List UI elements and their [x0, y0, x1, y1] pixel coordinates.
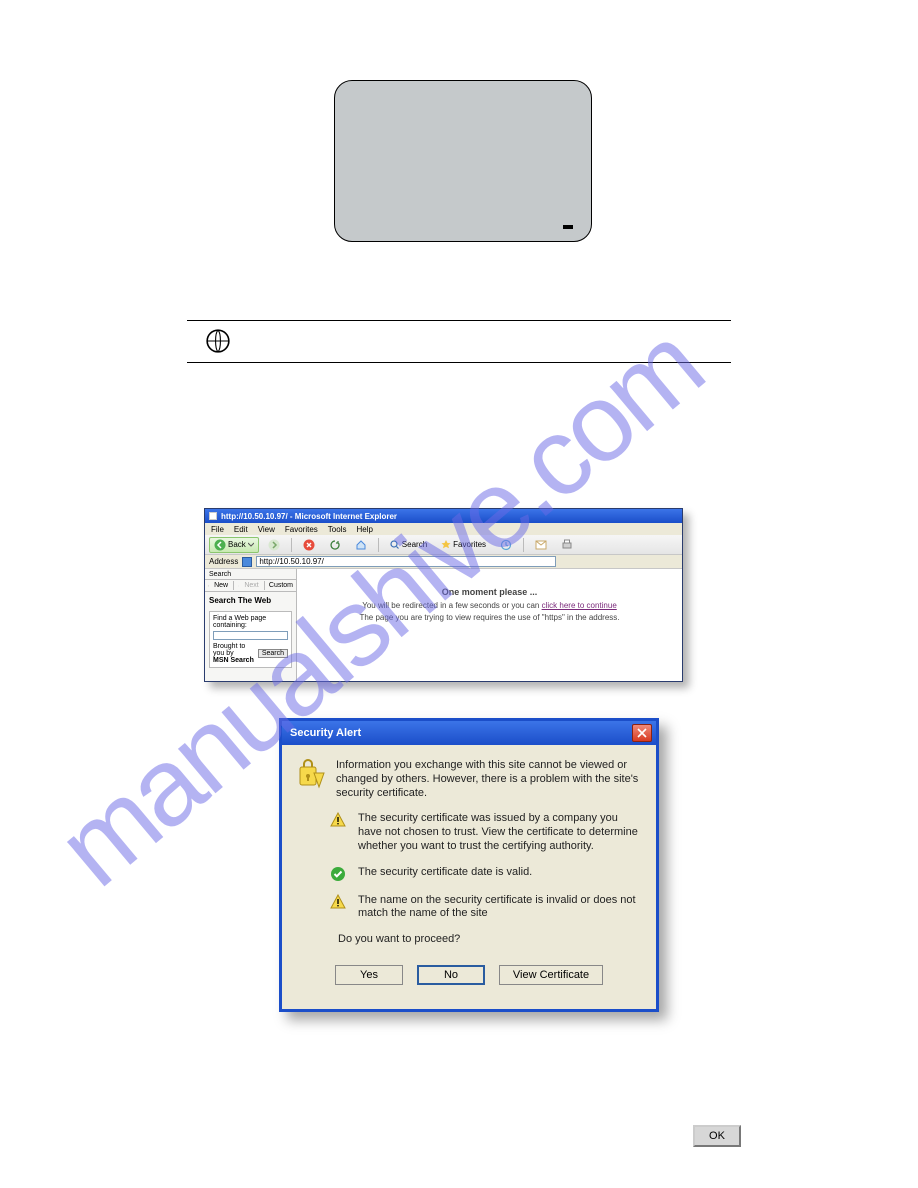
dialog-titlebar: Security Alert: [282, 721, 656, 745]
device-illustration: [334, 80, 592, 242]
globe-icon: [205, 328, 231, 354]
search-form: Find a Web page containing: Brought to y…: [209, 611, 292, 668]
address-label: Address: [209, 557, 238, 566]
ie-logo-icon: [209, 512, 217, 520]
address-bar: Address: [205, 555, 682, 569]
search-pane-custom[interactable]: Custom: [269, 582, 293, 589]
search-pane-new[interactable]: New: [214, 582, 228, 589]
search-button-label: Search: [402, 540, 427, 549]
check-icon: [328, 866, 348, 882]
warning-icon: [328, 812, 348, 853]
search-pane-heading: Search The Web: [205, 592, 296, 609]
no-button[interactable]: No: [417, 965, 485, 985]
search-pane-tab[interactable]: Search: [209, 571, 231, 578]
mail-button[interactable]: [530, 538, 552, 552]
print-button[interactable]: [556, 537, 578, 553]
search-pane-next: Next: [244, 582, 258, 589]
toolbar-separator: [291, 538, 292, 552]
forward-button[interactable]: [263, 537, 285, 553]
dialog-bullet-2: The security certificate date is valid.: [358, 866, 640, 882]
menu-view[interactable]: View: [258, 525, 275, 534]
browser-window-title: http://10.50.10.97/ - Microsoft Internet…: [221, 512, 397, 521]
page-content: One moment please ... You will be redire…: [297, 569, 682, 681]
search-find-input[interactable]: [213, 631, 288, 640]
address-input[interactable]: [256, 556, 556, 567]
menu-favorites[interactable]: Favorites: [285, 525, 318, 534]
search-button[interactable]: Search: [385, 538, 432, 552]
menu-file[interactable]: File: [211, 525, 224, 534]
ok-button[interactable]: OK: [693, 1125, 741, 1147]
favorites-button-label: Favorites: [453, 540, 486, 549]
search-provider-line1: Brought to you by: [213, 643, 258, 657]
menu-help[interactable]: Help: [356, 525, 372, 534]
favorites-button[interactable]: Favorites: [436, 538, 491, 552]
warning-icon: [328, 894, 348, 922]
redirect-link[interactable]: click here to continue: [542, 601, 617, 610]
dialog-intro-text: Information you exchange with this site …: [336, 759, 640, 800]
dialog-title: Security Alert: [290, 727, 361, 739]
device-slot: [563, 225, 573, 229]
browser-window: http://10.50.10.97/ - Microsoft Internet…: [204, 508, 683, 682]
dialog-bullet-3: The name on the security certificate is …: [358, 894, 640, 922]
dialog-bullet-1: The security certificate was issued by a…: [358, 812, 640, 853]
history-button[interactable]: [495, 537, 517, 553]
toolbar-separator: [523, 538, 524, 552]
search-find-label: Find a Web page containing:: [213, 615, 288, 629]
https-note: The page you are trying to view requires…: [297, 613, 682, 622]
dialog-proceed-text: Do you want to proceed?: [338, 933, 640, 945]
lock-shield-icon: [298, 759, 326, 800]
close-button[interactable]: [632, 724, 652, 742]
search-submit-button[interactable]: Search: [258, 649, 288, 658]
back-button[interactable]: Back: [209, 537, 259, 553]
yes-button[interactable]: Yes: [335, 965, 403, 985]
browser-titlebar: http://10.50.10.97/ - Microsoft Internet…: [205, 509, 682, 523]
redirect-heading: One moment please ...: [297, 587, 682, 597]
search-pane: Search New Next Custom Search The Web Fi…: [205, 569, 297, 681]
security-alert-dialog: Security Alert Information you exchange …: [279, 718, 659, 1012]
section-rule-bottom: [187, 362, 731, 363]
refresh-button[interactable]: [324, 537, 346, 553]
view-certificate-button[interactable]: View Certificate: [499, 965, 603, 985]
browser-toolbar: Back Search Favorites: [205, 535, 682, 555]
menu-edit[interactable]: Edit: [234, 525, 248, 534]
home-button[interactable]: [350, 537, 372, 553]
search-provider-line2: MSN Search: [213, 657, 258, 664]
toolbar-separator: [378, 538, 379, 552]
page-icon: [242, 557, 252, 567]
back-button-label: Back: [228, 540, 246, 549]
browser-menubar: File Edit View Favorites Tools Help: [205, 523, 682, 535]
menu-tools[interactable]: Tools: [328, 525, 347, 534]
stop-button[interactable]: [298, 537, 320, 553]
redirect-text: You will be redirected in a few seconds …: [362, 601, 541, 610]
section-rule-top: [187, 320, 731, 321]
